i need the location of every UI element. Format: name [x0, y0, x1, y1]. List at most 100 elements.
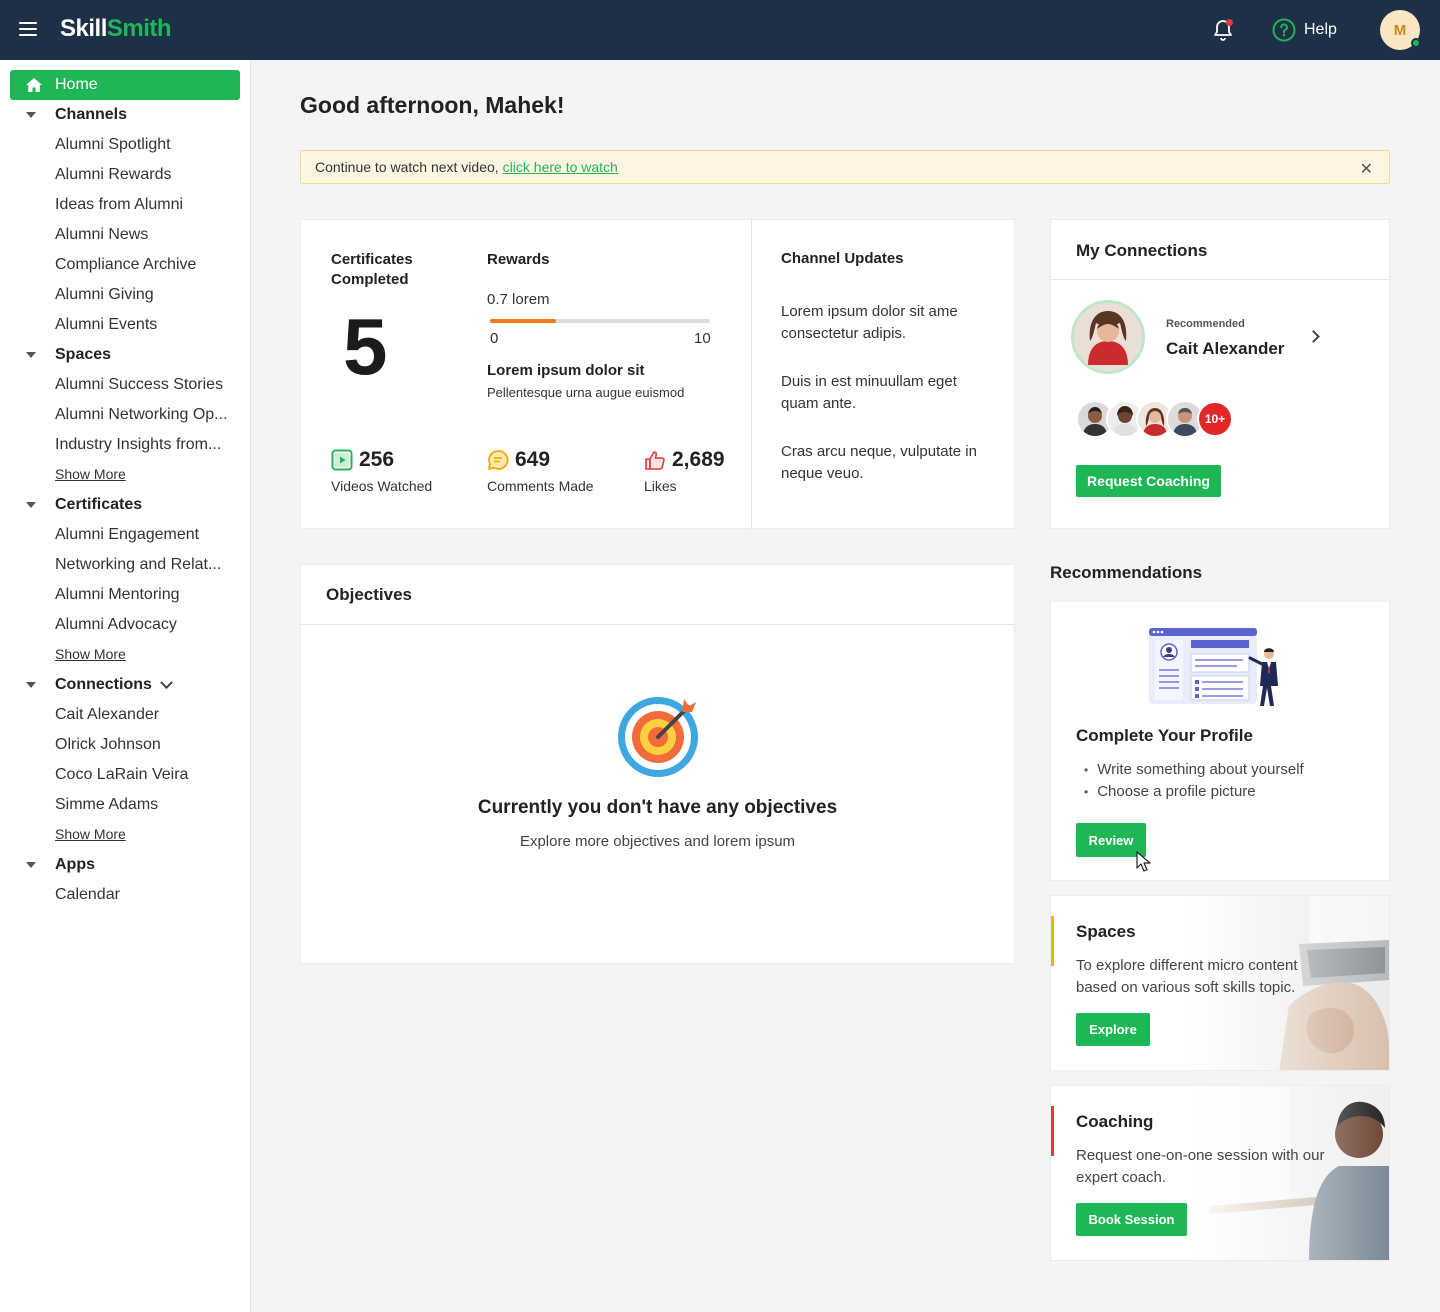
sidebar-section-connections[interactable]: Connections: [26, 670, 173, 700]
videos-watched-stat: 256 Videos Watched: [331, 448, 432, 494]
sidebar-item-alumni-advocacy[interactable]: Alumni Advocacy: [55, 610, 240, 640]
online-status-dot: [1411, 38, 1421, 48]
spaces-description: To explore different micro content based…: [1076, 957, 1298, 996]
sidebar-item-alumni-engagement[interactable]: Alumni Engagement: [55, 520, 240, 550]
recommended-label: Recommended: [1166, 318, 1245, 330]
progress-max-label: 10: [694, 330, 711, 347]
book-session-button[interactable]: Book Session: [1076, 1203, 1187, 1236]
user-avatar[interactable]: M: [1380, 10, 1421, 50]
section-label: Certificates: [55, 496, 143, 513]
likes-stat: 2,689 Likes: [644, 448, 725, 494]
sidebar-item-compliance-archive[interactable]: Compliance Archive: [55, 250, 240, 280]
certificates-label: Certificates Completed: [331, 251, 413, 288]
sidebar-section-apps[interactable]: Apps: [26, 850, 95, 880]
rewards-subtitle: 0.7 lorem: [487, 291, 550, 308]
comments-count: 649: [515, 448, 551, 471]
caret-down-icon: [26, 352, 36, 358]
banner-text: Continue to watch next video,: [315, 159, 499, 175]
profile-checklist-item: Choose a profile picture: [1084, 781, 1304, 803]
explore-button[interactable]: Explore: [1076, 1013, 1150, 1046]
objectives-empty-subtitle: Explore more objectives and lorem ipsum: [519, 833, 796, 850]
comment-icon: [488, 450, 509, 470]
spaces-card: Spaces To explore different micro conten…: [1050, 895, 1390, 1071]
app-logo[interactable]: SkillSmith: [60, 15, 172, 43]
connections-show-more-link[interactable]: Show More: [55, 826, 126, 846]
sidebar-item-cait-alexander[interactable]: Cait Alexander: [55, 700, 240, 730]
sidebar-item-alumni-success-stories[interactable]: Alumni Success Stories: [55, 370, 240, 400]
sidebar-item-alumni-giving[interactable]: Alumni Giving: [55, 280, 240, 310]
sidebar-item-alumni-mentoring[interactable]: Alumni Mentoring: [55, 580, 240, 610]
sidebar-item-home[interactable]: Home: [10, 70, 240, 100]
sidebar-section-certificates[interactable]: Certificates: [26, 490, 142, 520]
sidebar-item-alumni-events[interactable]: Alumni Events: [55, 310, 240, 340]
spaces-show-more-link[interactable]: Show More: [55, 466, 126, 486]
sidebar-item-alumni-news[interactable]: Alumni News: [55, 220, 240, 250]
recommendations-title: Recommendations: [1050, 563, 1203, 582]
channel-update-item[interactable]: Lorem ipsum dolor sit ame consectetur ad…: [781, 301, 991, 345]
watch-link[interactable]: click here to watch: [503, 159, 618, 175]
target-icon: [618, 697, 698, 777]
recommended-connection-avatar[interactable]: [1071, 300, 1145, 374]
menu-icon[interactable]: [19, 22, 37, 36]
sidebar-item-alumni-networking[interactable]: Alumni Networking Op...: [55, 400, 240, 430]
objectives-card: Objectives Currently you don't have any …: [300, 564, 1015, 964]
notifications-bell-icon[interactable]: [1211, 18, 1235, 42]
sidebar-section-channels[interactable]: Channels: [26, 100, 127, 130]
thumbs-up-icon: [645, 451, 665, 470]
rewards-label: Rewards: [487, 251, 550, 268]
home-icon: [26, 78, 42, 92]
sidebar-item-networking-and-relat[interactable]: Networking and Relat...: [55, 550, 240, 580]
sidebar-item-olrick-johnson[interactable]: Olrick Johnson: [55, 730, 240, 760]
request-coaching-button[interactable]: Request Coaching: [1076, 465, 1221, 497]
sidebar-section-spaces[interactable]: Spaces: [26, 340, 111, 370]
help-button[interactable]: Help: [1272, 18, 1337, 42]
chevron-right-icon[interactable]: [1307, 330, 1320, 343]
spaces-title: Spaces: [1076, 922, 1136, 941]
sidebar-item-industry-insights[interactable]: Industry Insights from...: [55, 430, 240, 460]
coaching-card: Coaching Request one-on-one session with…: [1050, 1085, 1390, 1261]
sidebar-item-alumni-spotlight[interactable]: Alumni Spotlight: [55, 130, 240, 160]
caret-down-icon: [26, 682, 36, 688]
section-label: Spaces: [55, 346, 112, 363]
certificates-show-more-link[interactable]: Show More: [55, 646, 126, 666]
help-icon: [1272, 18, 1296, 42]
channel-updates-title: Channel Updates: [781, 250, 904, 267]
my-connections-card: My Connections Recommended Cait Alexande…: [1050, 219, 1390, 529]
avatar-initial: M: [1393, 21, 1407, 39]
comments-label: Comments Made: [487, 478, 594, 494]
channel-update-item[interactable]: Cras arcu neque, vulputate in neque veuo…: [781, 441, 991, 485]
coaching-title: Coaching: [1076, 1112, 1154, 1131]
rewards-description: Pellentesque urna augue euismod: [487, 385, 685, 400]
section-label: Connections: [55, 676, 152, 693]
likes-label: Likes: [644, 478, 677, 494]
chevron-down-icon[interactable]: [160, 675, 173, 689]
caret-down-icon: [26, 502, 36, 508]
caret-down-icon: [26, 862, 36, 868]
sidebar-item-coco-larain-veira[interactable]: Coco LaRain Veira: [55, 760, 240, 790]
spaces-accent-bar: [1051, 916, 1054, 966]
recommended-connection-name[interactable]: Cait Alexander: [1166, 339, 1284, 359]
section-label: Channels: [55, 106, 128, 123]
notification-dot: [1226, 19, 1233, 26]
video-play-icon: [331, 449, 353, 471]
rewards-title: Lorem ipsum dolor sit: [487, 362, 645, 379]
help-label: Help: [1304, 21, 1337, 38]
more-connections-badge[interactable]: 10+: [1197, 401, 1233, 437]
sidebar-item-ideas-from-alumni[interactable]: Ideas from Alumni: [55, 190, 240, 220]
sidebar: Home Channels Alumni Spotlight Alumni Re…: [0, 60, 251, 1312]
complete-profile-card: Complete Your Profile Write something ab…: [1050, 601, 1390, 881]
section-label: Apps: [55, 856, 95, 873]
top-navigation-bar: SkillSmith Help M: [0, 0, 1440, 60]
objectives-empty-title: Currently you don't have any objectives: [477, 797, 838, 818]
sidebar-item-calendar[interactable]: Calendar: [55, 880, 240, 910]
sidebar-item-alumni-rewards[interactable]: Alumni Rewards: [55, 160, 240, 190]
card-header: My Connections: [1051, 220, 1389, 280]
profile-checklist: Write something about yourself Choose a …: [1084, 759, 1304, 803]
close-icon[interactable]: ✕: [1360, 159, 1373, 179]
videos-count: 256: [359, 448, 395, 471]
rewards-progress-fill: [490, 319, 556, 323]
channel-update-item[interactable]: Duis in est minuullam eget quam ante.: [781, 371, 991, 415]
coaching-accent-bar: [1051, 1106, 1054, 1156]
rewards-progress-bar: [490, 319, 710, 323]
sidebar-item-simme-adams[interactable]: Simme Adams: [55, 790, 240, 820]
